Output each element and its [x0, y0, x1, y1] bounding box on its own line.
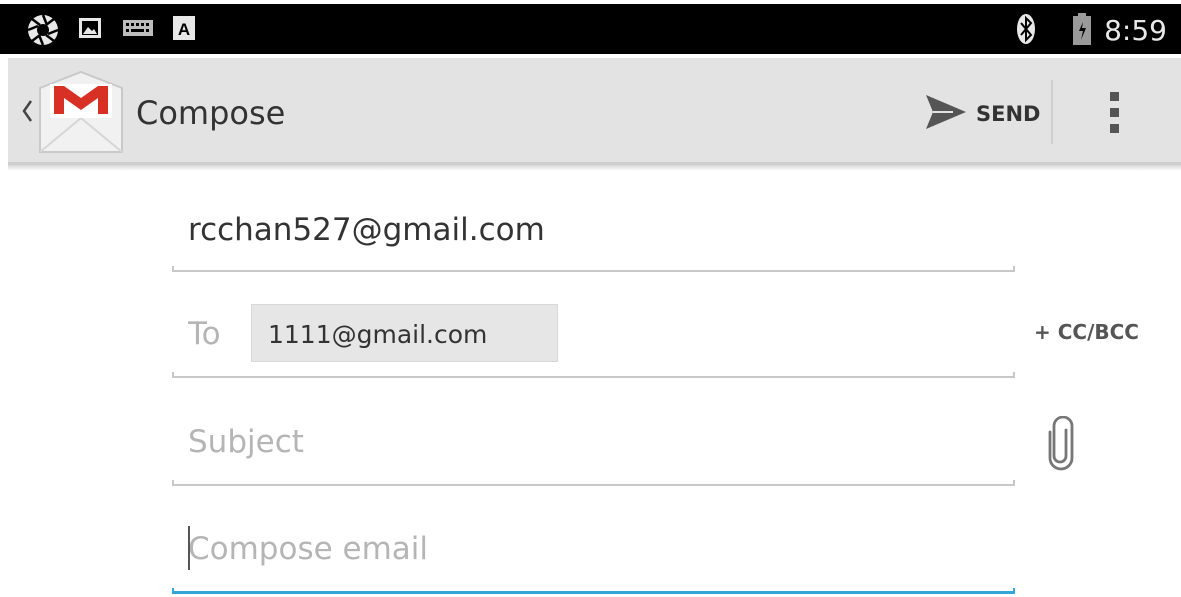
page-title: Compose [136, 94, 286, 132]
svg-text:A: A [178, 20, 190, 39]
text-input-icon: A [173, 16, 195, 45]
status-bar: A 8:59 [0, 4, 1181, 54]
attach-button[interactable] [1044, 415, 1078, 472]
to-underline [172, 372, 1015, 378]
paperclip-icon [1044, 415, 1078, 476]
back-chevron-icon[interactable] [20, 98, 34, 129]
subject-underline [172, 480, 1015, 486]
to-label: To [188, 316, 221, 352]
keyboard-icon [123, 20, 153, 41]
overflow-menu-button[interactable] [1098, 82, 1134, 142]
image-icon [78, 16, 102, 45]
gmail-logo-icon[interactable] [38, 70, 124, 161]
text-cursor [188, 526, 190, 570]
action-bar: Compose SEND [8, 58, 1181, 165]
bluetooth-icon [1016, 13, 1036, 50]
send-button[interactable]: SEND [920, 82, 1044, 142]
recipient-email: 1111@gmail.com [268, 320, 488, 349]
send-label: SEND [976, 102, 1041, 126]
status-time: 8:59 [1104, 14, 1167, 47]
aperture-icon [26, 13, 60, 52]
action-bar-shadow [8, 165, 1181, 171]
body-underline [172, 588, 1015, 594]
send-icon [925, 94, 967, 135]
from-account-selector[interactable]: rcchan527@gmail.com [188, 212, 545, 248]
battery-icon [1072, 13, 1092, 50]
compose-body-input[interactable]: Compose email [188, 531, 428, 567]
recipient-chip[interactable]: 1111@gmail.com [251, 304, 558, 362]
subject-input[interactable]: Subject [188, 424, 304, 460]
action-divider [1051, 80, 1053, 144]
from-underline [172, 266, 1015, 272]
cc-bcc-button[interactable]: + CC/BCC [1034, 320, 1139, 344]
